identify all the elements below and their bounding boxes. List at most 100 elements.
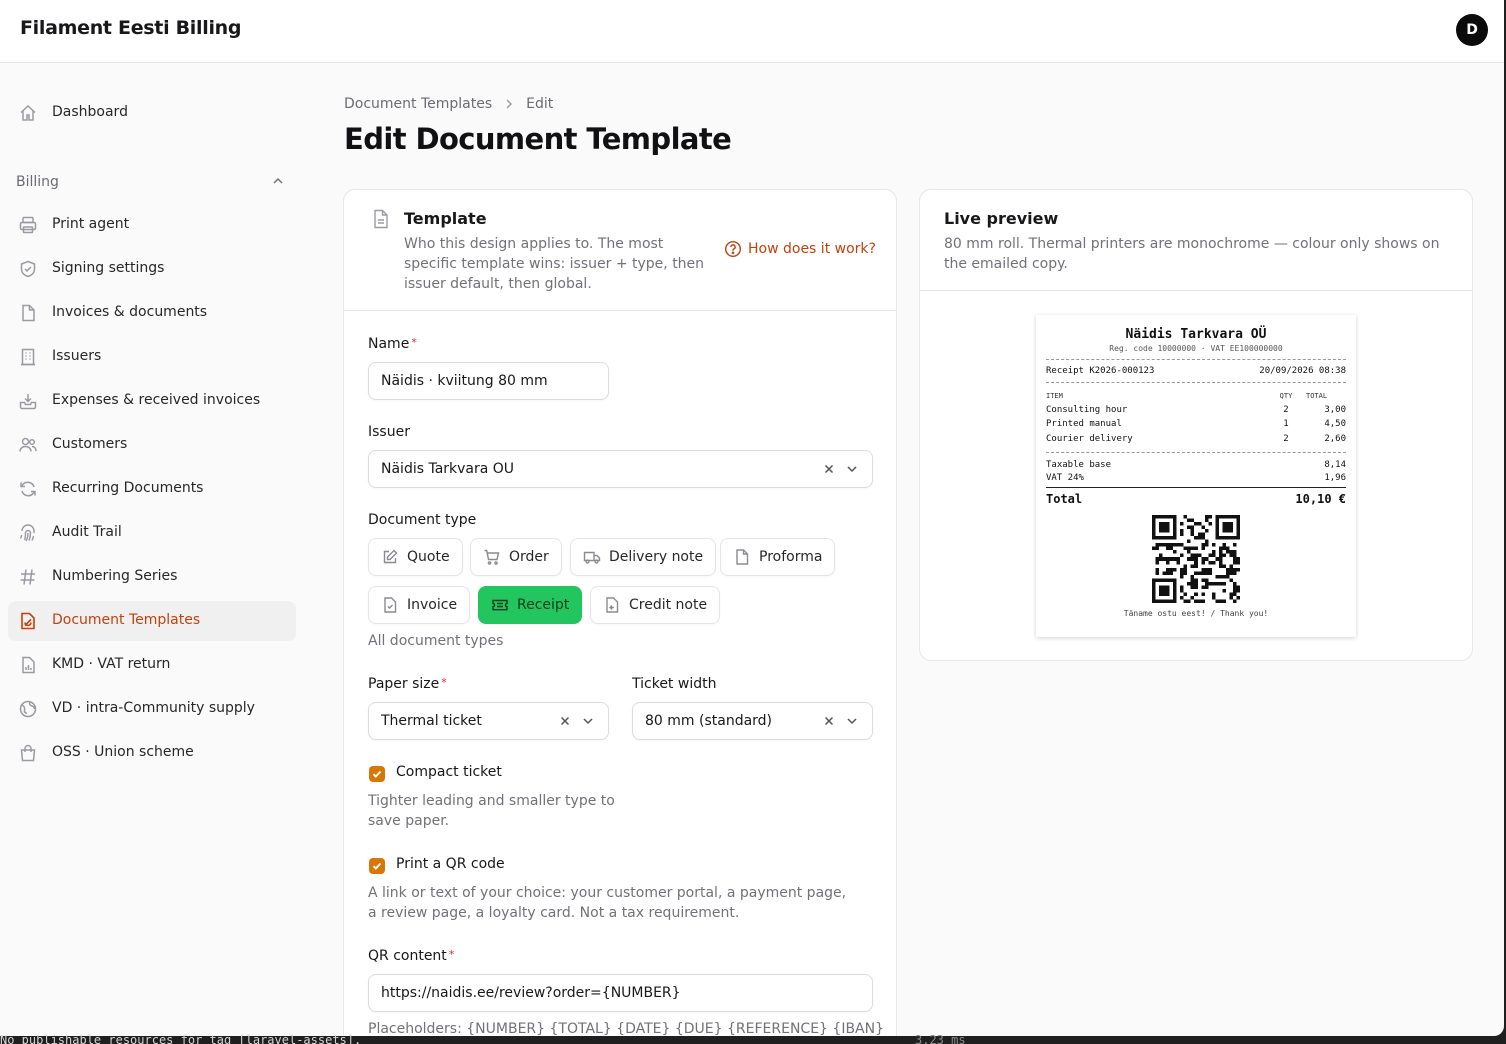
truck-icon: [583, 548, 601, 566]
chevron-down-icon[interactable]: [844, 461, 860, 477]
ticket-width-select[interactable]: 80 mm (standard): [632, 702, 873, 740]
user-avatar[interactable]: D: [1456, 14, 1488, 46]
app-window: Filament Eesti Billing D Dashboard Billi…: [0, 0, 1504, 1036]
sidebar-item-label: Dashboard: [52, 104, 128, 120]
doc-type-label: Document type: [368, 512, 477, 528]
doc-type-proforma[interactable]: Proforma: [720, 538, 836, 576]
doc-type-invoice[interactable]: Invoice: [368, 586, 471, 624]
ticket-width-label: Ticket width: [632, 676, 717, 692]
chip-label: Quote: [407, 549, 450, 565]
vat-value: 1,96: [1324, 473, 1346, 483]
taxable-value: 8,14: [1324, 460, 1346, 470]
home-icon: [18, 103, 38, 123]
name-input[interactable]: Näidis · kviitung 80 mm: [368, 362, 609, 400]
terminal-right-text: 3.23 ms: [915, 1033, 966, 1044]
receipt-columns: ITEM QTY TOTAL: [1046, 392, 1346, 400]
receipt-company: Näidis Tarkvara OÜ: [1125, 327, 1267, 342]
sidebar-item-numbering-series[interactable]: Numbering Series: [8, 557, 296, 597]
close-icon[interactable]: [822, 462, 836, 476]
col-total: TOTAL: [1306, 392, 1328, 400]
sidebar-item-kmd-vat[interactable]: KMD · VAT return: [8, 645, 296, 685]
issuer-select-value: Näidis Tarkvara OÜ: [381, 461, 515, 477]
preview-description: 80 mm roll. Thermal printers are monochr…: [944, 236, 1440, 272]
print-qr-label[interactable]: Print a QR code: [396, 856, 505, 872]
section-title: Template: [404, 209, 487, 228]
paper-size-select[interactable]: Thermal ticket: [368, 702, 609, 740]
paper-size-label: Paper size *: [368, 676, 447, 692]
compact-ticket-checkbox[interactable]: [369, 766, 385, 782]
receipt-divider: [1046, 382, 1346, 383]
sidebar-item-oss[interactable]: OSS · Union scheme: [8, 733, 296, 773]
taxable-label: Taxable base: [1046, 460, 1112, 470]
sidebar-item-signing-settings[interactable]: Signing settings: [8, 249, 296, 289]
preview-title: Live preview: [944, 209, 1059, 228]
brand-title[interactable]: Filament Eesti Billing: [20, 17, 241, 39]
help-link[interactable]: How does it work?: [724, 240, 876, 258]
issuer-select[interactable]: Näidis Tarkvara OÜ: [368, 450, 873, 488]
chevron-down-icon[interactable]: [844, 713, 860, 729]
sidebar: Dashboard Billing Print agent Signing se…: [0, 63, 310, 1036]
receipt-datetime: 20/09/2026 08:38: [1259, 366, 1346, 376]
chip-label: Proforma: [759, 549, 823, 565]
inbox-download-icon: [18, 391, 38, 411]
compact-ticket-label[interactable]: Compact ticket: [396, 764, 502, 780]
qr-content-value: https://naidis.ee/review?order={NUMBER}: [381, 985, 681, 1001]
chip-label: Invoice: [407, 597, 458, 613]
sidebar-item-dashboard[interactable]: Dashboard: [8, 93, 296, 133]
name-input-value: Näidis · kviitung 80 mm: [381, 373, 548, 389]
sidebar-item-audit-trail[interactable]: Audit Trail: [8, 513, 296, 553]
line-total: 2,60: [1324, 434, 1346, 444]
document-check-icon: [381, 596, 399, 614]
line-item: Printed manual: [1046, 419, 1122, 429]
total-value: 10,10 €: [1295, 492, 1346, 506]
breadcrumb-current: Edit: [526, 96, 554, 112]
close-icon[interactable]: [822, 714, 836, 728]
sidebar-item-expenses[interactable]: Expenses & received invoices: [8, 381, 296, 421]
sidebar-group-billing[interactable]: Billing: [16, 174, 59, 190]
sidebar-item-document-templates[interactable]: Document Templates: [8, 601, 296, 641]
sidebar-item-vd-supply[interactable]: VD · intra-Community supply: [8, 689, 296, 729]
document-icon: [18, 303, 38, 323]
doc-type-order[interactable]: Order: [470, 538, 562, 576]
receipt-divider: [1046, 452, 1346, 453]
sidebar-item-customers[interactable]: Customers: [8, 425, 296, 465]
chevron-down-icon[interactable]: [580, 713, 596, 729]
qr-content-label-text: QR content: [368, 948, 447, 964]
receipt-number-row: Receipt K2026-000123 20/09/2026 08:38: [1046, 366, 1346, 376]
receipt-reg-line: Reg. code 10000000 · VAT EE100000000: [1109, 344, 1283, 353]
pencil-square-icon: [381, 548, 399, 566]
qr-content-input[interactable]: https://naidis.ee/review?order={NUMBER}: [368, 974, 873, 1012]
breadcrumb-parent[interactable]: Document Templates: [344, 96, 492, 112]
sidebar-item-invoices[interactable]: Invoices & documents: [8, 293, 296, 333]
doc-type-delivery-note[interactable]: Delivery note: [570, 538, 717, 576]
chevron-up-icon[interactable]: [270, 173, 286, 189]
sidebar-item-label: Audit Trail: [52, 524, 122, 540]
sidebar-item-issuers[interactable]: Issuers: [8, 337, 296, 377]
line-total: 3,00: [1324, 405, 1346, 415]
ticket-icon: [491, 596, 509, 614]
sidebar-item-label: Recurring Documents: [52, 480, 204, 496]
sidebar-item-label: Invoices & documents: [52, 304, 208, 320]
issuer-label: Issuer: [368, 424, 410, 440]
doc-type-credit-note[interactable]: Credit note: [590, 586, 721, 624]
sidebar-item-label: Issuers: [52, 348, 102, 364]
doc-type-quote[interactable]: Quote: [368, 538, 463, 576]
template-form-card: Template Who this design applies to. The…: [343, 189, 897, 1036]
document-chart-icon: [18, 655, 38, 675]
document-icon: [733, 548, 751, 566]
receipt-thanks: Täname ostu eest! / Thank you!: [1123, 609, 1269, 618]
receipt-divider: [1046, 359, 1346, 360]
print-qr-hint: A link or text of your choice: your cust…: [368, 885, 847, 921]
line-qty: 1: [1283, 419, 1289, 429]
fingerprint-icon: [18, 523, 38, 543]
help-link-label: How does it work?: [748, 241, 876, 257]
col-item: ITEM: [1046, 392, 1063, 400]
sidebar-item-recurring[interactable]: Recurring Documents: [8, 469, 296, 509]
close-icon[interactable]: [558, 714, 572, 728]
sidebar-item-print-agent[interactable]: Print agent: [8, 205, 296, 245]
chip-label: Order: [509, 549, 549, 565]
print-qr-checkbox[interactable]: [369, 858, 385, 874]
doc-type-receipt[interactable]: Receipt: [478, 586, 583, 624]
topbar: Filament Eesti Billing D: [0, 0, 1504, 63]
building-icon: [18, 347, 38, 367]
